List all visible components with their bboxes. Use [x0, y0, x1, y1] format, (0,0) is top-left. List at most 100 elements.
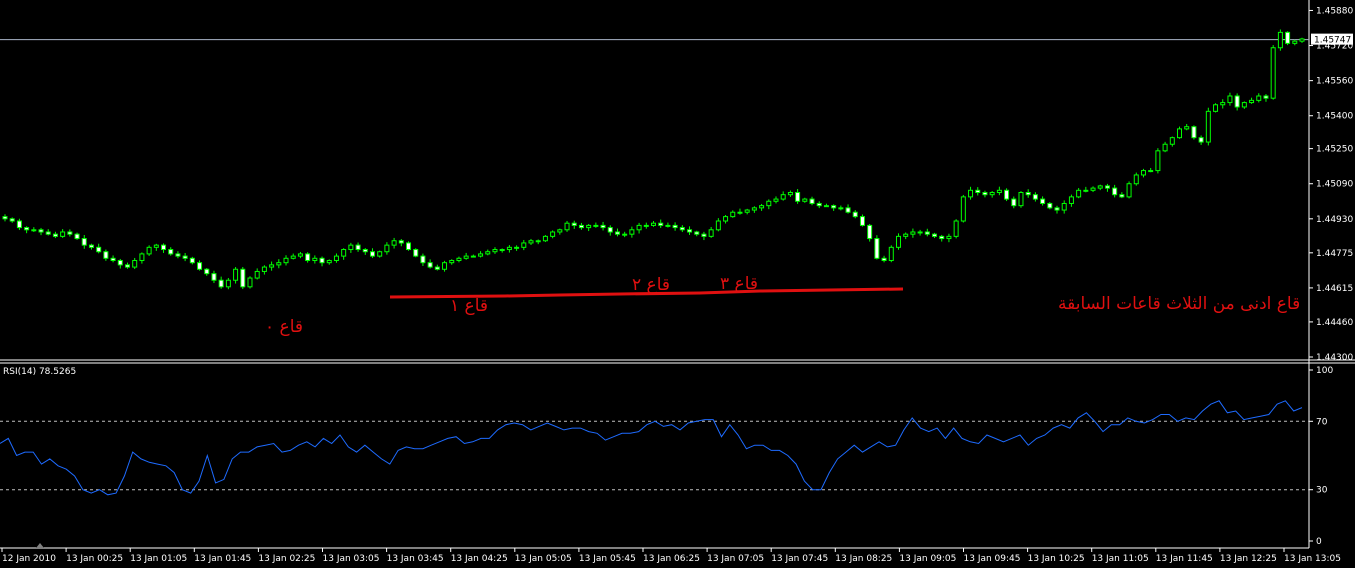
candle-body — [16, 220, 22, 229]
price-tick-label: 1.45090 — [1316, 180, 1353, 190]
candle-body — [1263, 95, 1269, 99]
candle-body — [1285, 31, 1291, 44]
time-tick-label: 12 Jan 2010 — [2, 554, 56, 564]
candle-body — [1292, 40, 1298, 44]
candle — [1177, 126, 1183, 139]
candle-body — [514, 246, 520, 249]
candle-body — [269, 264, 275, 268]
candle-body — [377, 251, 383, 257]
candle-body — [787, 192, 793, 196]
candle — [867, 223, 873, 242]
candle-body — [550, 231, 556, 237]
rsi-tick-label: 70 — [1316, 417, 1328, 427]
candle-body — [780, 194, 786, 200]
candle-body — [74, 233, 80, 240]
candle-body — [946, 235, 952, 240]
candle-body — [895, 235, 901, 248]
candle-body — [888, 246, 894, 261]
price-tick-label: 1.44775 — [1316, 249, 1353, 259]
candle-body — [261, 266, 267, 272]
candle-body — [449, 259, 455, 264]
candle-body — [290, 255, 296, 259]
candle-body — [614, 231, 620, 235]
candle-body — [1270, 47, 1276, 99]
candle-body — [240, 268, 246, 288]
time-tick-label: 13 Jan 08:25 — [835, 554, 892, 564]
candle-body — [139, 253, 145, 261]
candle — [859, 214, 865, 227]
price-tick-label: 1.45400 — [1316, 112, 1353, 122]
annotation-bottom-1: قاع ١ — [450, 296, 488, 316]
candle — [377, 250, 383, 258]
candle-body — [600, 224, 606, 229]
time-tick-label: 13 Jan 12:25 — [1220, 554, 1277, 564]
candle-body — [1126, 183, 1132, 198]
candle-body — [845, 207, 851, 213]
price-tick-label: 1.45560 — [1316, 77, 1353, 87]
candle — [1285, 31, 1291, 46]
candle-body — [1169, 137, 1175, 145]
trading-chart: 1.458801.457201.455601.454001.452501.450… — [0, 0, 1355, 568]
candle-body — [492, 249, 498, 253]
candle-body — [233, 268, 239, 281]
candle-body — [593, 224, 599, 227]
time-tick-label: 13 Jan 04:25 — [451, 554, 508, 564]
candle-body — [1148, 170, 1154, 173]
candle-body — [1241, 102, 1247, 108]
candle-body — [960, 196, 966, 222]
candle-body — [737, 211, 743, 214]
candle-body — [161, 244, 167, 251]
annotation-bottom-2: قاع ٢ — [632, 275, 670, 295]
price-tick-label: 1.44930 — [1316, 215, 1353, 225]
candle — [1133, 172, 1139, 186]
candle — [1205, 107, 1211, 146]
candle-body — [672, 224, 678, 229]
rsi-title: RSI(14) 78.5265 — [3, 367, 76, 377]
candle-body — [88, 244, 94, 248]
candle-body — [1184, 126, 1190, 130]
candle-body — [81, 238, 87, 246]
candle-body — [312, 257, 318, 261]
candle-body — [802, 198, 808, 202]
candle-body — [571, 222, 577, 226]
candle-body — [1054, 207, 1060, 211]
candle-body — [809, 198, 815, 204]
rsi-tick-label: 100 — [1316, 366, 1333, 376]
candle-body — [283, 257, 289, 264]
annotation-bottom-0: قاع ٠ — [265, 317, 303, 337]
candle-body — [463, 255, 469, 259]
candle-body — [521, 242, 527, 248]
candle-body — [499, 249, 505, 252]
candle-body — [859, 216, 865, 226]
candle — [542, 235, 548, 243]
time-tick-label: 13 Jan 11:05 — [1092, 554, 1149, 564]
time-tick-label: 13 Jan 01:05 — [130, 554, 187, 564]
candle — [146, 245, 152, 256]
time-tick-label: 13 Jan 07:05 — [707, 554, 764, 564]
candle — [413, 248, 419, 258]
candle-body — [1032, 194, 1038, 200]
candle-body — [557, 229, 563, 233]
candle-body — [715, 220, 721, 231]
candle-body — [9, 218, 15, 222]
candle — [74, 232, 80, 240]
candle-body — [751, 207, 757, 211]
candle-body — [456, 257, 462, 261]
candle-body — [168, 249, 174, 255]
candle-body — [434, 266, 440, 270]
candle — [1155, 148, 1161, 174]
candle-body — [651, 222, 656, 226]
candle-body — [1004, 189, 1010, 200]
candle-body — [773, 198, 779, 202]
candle-body — [1061, 202, 1067, 211]
candle-body — [932, 233, 938, 237]
candle-body — [744, 209, 750, 213]
candle-body — [852, 211, 858, 218]
candle-body — [427, 262, 433, 268]
time-tick-label: 13 Jan 07:45 — [771, 554, 828, 564]
candle-body — [52, 233, 58, 237]
candle-body — [831, 205, 837, 209]
candle-body — [38, 229, 44, 233]
candle-body — [117, 259, 123, 266]
candle — [1018, 191, 1024, 208]
